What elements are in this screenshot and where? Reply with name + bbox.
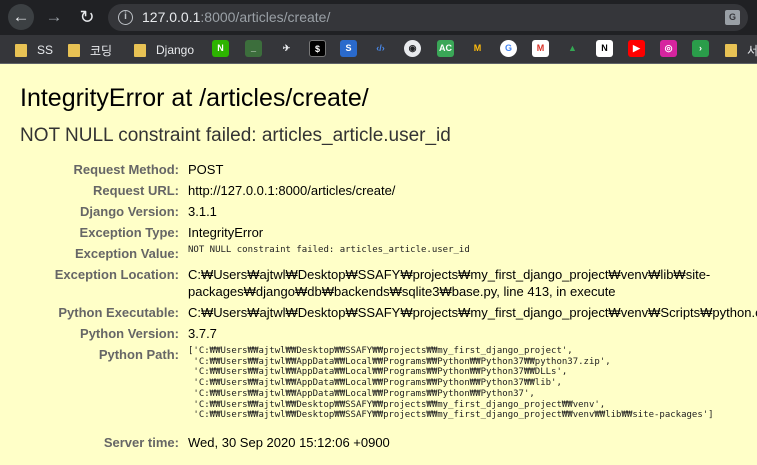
folder-icon (134, 43, 146, 57)
browser-toolbar: ← → ↻ i 127.0.0.1:8000/articles/create/ … (0, 0, 757, 35)
exception-location-line1: C:₩Users₩ajtwl₩Desktop₩SSAFY₩projects₩my… (188, 267, 711, 282)
github-icon[interactable]: ◉ (404, 40, 421, 57)
notion-icon[interactable]: N (596, 40, 613, 57)
ac-icon[interactable]: AC (437, 40, 454, 57)
folder-icon (15, 43, 27, 57)
bookmark-label: 서 (747, 43, 757, 58)
error-subtitle: NOT NULL constraint failed: articles_art… (20, 125, 451, 146)
exception-type-value: IntegrityError (188, 225, 264, 240)
dollar-icon[interactable]: $ (309, 40, 326, 57)
python-version-label: Python Version: (80, 326, 179, 341)
request-method-label: Request Method: (73, 162, 179, 177)
bookmark-folder-overflow[interactable]: 서 (725, 41, 757, 59)
s-app-icon[interactable]: S (340, 40, 357, 57)
gmail-icon[interactable]: M (532, 40, 549, 57)
url-text[interactable]: 127.0.0.1:8000/articles/create/ (142, 9, 330, 25)
terminal-green-icon[interactable]: _ (245, 40, 262, 57)
folder-icon (68, 43, 80, 57)
error-title: IntegrityError at /articles/create/ (20, 84, 369, 112)
reload-icon[interactable]: ↻ (74, 4, 100, 30)
naver-icon[interactable]: N (212, 40, 229, 57)
exception-type-label: Exception Type: (79, 225, 179, 240)
python-executable-label: Python Executable: (58, 305, 179, 320)
bookmark-folder-coding[interactable]: 코딩 (68, 41, 112, 59)
back-arrow-icon[interactable]: ← (8, 4, 34, 30)
code-icon[interactable]: ‹/› (372, 40, 389, 57)
python-executable-value: C:₩Users₩ajtwl₩Desktop₩SSAFY₩projects₩my… (188, 305, 757, 320)
youtube-icon[interactable]: ▶ (628, 40, 645, 57)
address-bar[interactable]: i 127.0.0.1:8000/articles/create/ G (108, 4, 748, 31)
bookmark-folder-django[interactable]: Django (134, 41, 194, 59)
translate-icon[interactable]: G (725, 10, 740, 25)
url-host: 127.0.0.1 (142, 9, 201, 25)
instagram-icon[interactable]: ◎ (660, 40, 677, 57)
bird-icon[interactable]: ✈ (278, 40, 295, 57)
forward-arrow-icon[interactable]: → (41, 4, 67, 30)
exception-value-value: NOT NULL constraint failed: articles_art… (188, 245, 470, 255)
request-url-label: Request URL: (93, 183, 179, 198)
server-time-value: Wed, 30 Sep 2020 15:12:06 +0900 (188, 435, 390, 450)
python-path-label: Python Path: (98, 347, 179, 362)
drive-icon[interactable]: ▲ (564, 40, 581, 57)
url-path: :8000/articles/create/ (200, 9, 331, 25)
python-version-value: 3.7.7 (188, 326, 217, 341)
info-icon[interactable]: i (118, 10, 133, 25)
django-version-value: 3.1.1 (188, 204, 217, 219)
bookmark-folder-ss[interactable]: SS (15, 41, 53, 59)
django-version-label: Django Version: (80, 204, 179, 219)
python-path-value: ['C:₩₩Users₩₩ajtwl₩₩Desktop₩₩SSAFY₩₩proj… (188, 346, 714, 421)
request-url-value: http://127.0.0.1:8000/articles/create/ (188, 183, 396, 198)
django-error-page: IntegrityError at /articles/create/ NOT … (0, 65, 757, 465)
mcdonalds-icon[interactable]: M (469, 40, 486, 57)
exception-location-line2: packages₩django₩db₩backends₩sqlite3₩base… (188, 284, 616, 299)
exception-location-label: Exception Location: (54, 267, 179, 282)
request-method-value: POST (188, 162, 224, 177)
chevron-app-icon[interactable]: › (692, 40, 709, 57)
bookmark-label: SS (37, 43, 54, 57)
bookmark-label: Django (156, 43, 195, 57)
google-icon[interactable]: G (500, 40, 517, 57)
exception-value-label: Exception Value: (74, 246, 179, 261)
folder-icon (725, 43, 737, 57)
bookmark-label: 코딩 (90, 43, 113, 58)
server-time-label: Server time: (103, 435, 179, 450)
